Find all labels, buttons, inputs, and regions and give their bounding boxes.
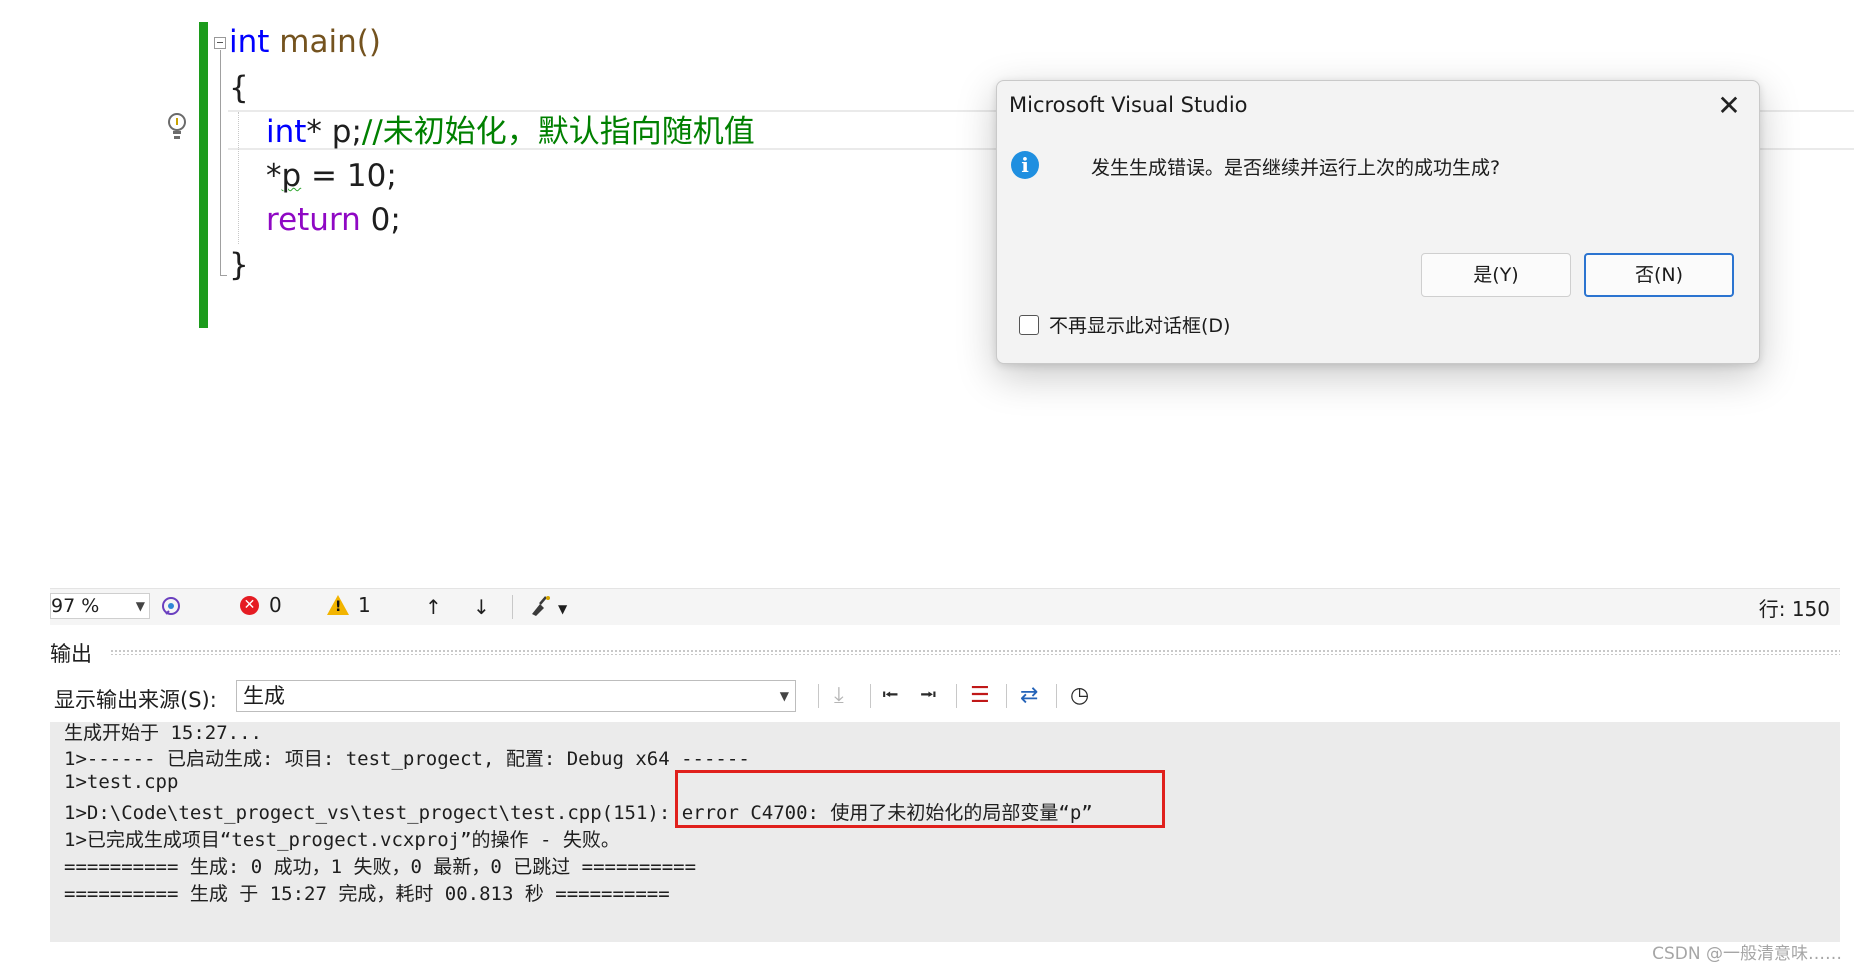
error-icon[interactable]: ✕	[240, 596, 259, 615]
dialog-message: 发生生成错误。是否继续并运行上次的成功生成?	[1091, 157, 1501, 179]
output-line: 1>已完成生成项目“test_progect.vcxproj”的操作 - 失败。	[64, 829, 620, 851]
output-line: 1>------ 已启动生成: 项目: test_progect, 配置: De…	[64, 748, 750, 770]
find-message-icon[interactable]: ⤓	[834, 684, 844, 708]
outline-fold-line	[220, 50, 221, 275]
dont-show-checkbox[interactable]	[1019, 314, 1039, 335]
code-token-keyword: return	[266, 202, 361, 238]
output-panel-title: 输出	[50, 642, 92, 666]
output-source-select[interactable]: 生成 ▼	[236, 680, 796, 712]
code-token-plain: *	[306, 114, 332, 150]
output-toolbar: 显示输出来源(S): 生成 ▼ ⤓ ⭰ ⭲ ☰ ⇄ ◷	[50, 676, 1840, 716]
toolbar-separator	[1006, 684, 1007, 708]
collapse-toggle[interactable]	[214, 37, 226, 49]
output-text-area[interactable]: 生成开始于 15:27... 1>------ 已启动生成: 项目: test_…	[50, 722, 1840, 942]
change-tracking-bar	[199, 22, 208, 328]
line-number-indicator: 行: 150	[1758, 597, 1830, 621]
toolbar-separator	[956, 684, 957, 708]
output-line: 1>test.cpp	[64, 771, 179, 793]
go-to-previous-message-icon[interactable]: ⭰	[882, 684, 899, 708]
chevron-down-icon: ▼	[135, 599, 145, 613]
code-token-function: main()	[269, 24, 381, 60]
zoom-select[interactable]: 97 % ▼	[50, 593, 150, 619]
indent-guide	[238, 112, 239, 244]
close-icon[interactable]: ✕	[1713, 91, 1745, 121]
code-token-semicolon: ;	[351, 114, 362, 150]
toolbar-separator	[512, 595, 513, 619]
outline-fold-end	[220, 275, 227, 276]
warning-icon[interactable]	[327, 595, 349, 615]
code-line-5: return 0;	[266, 200, 401, 240]
chevron-down-icon: ▼	[779, 689, 789, 703]
code-token-plain: = 10;	[301, 158, 397, 194]
toolbar-separator	[1056, 684, 1057, 708]
output-panel-header: 输出	[50, 636, 1840, 668]
code-line-1: int main()	[229, 22, 381, 62]
no-button[interactable]: 否(N)	[1584, 253, 1734, 297]
arrow-down-icon[interactable]: ↓	[473, 595, 490, 619]
output-source-label: 显示输出来源(S):	[54, 688, 217, 712]
code-line-4: *p = 10;	[266, 156, 397, 196]
dont-show-again-row[interactable]: 不再显示此对话框(D)	[1019, 311, 1230, 338]
warning-count[interactable]: 1	[358, 593, 371, 617]
editor-status-strip: 97 % ▼ ✕ 0 1 ↑ ↓ ▼ 行: 150	[50, 588, 1840, 625]
go-to-next-message-icon[interactable]: ⭲	[920, 684, 937, 708]
toolbar-separator	[818, 684, 819, 708]
clock-icon[interactable]: ◷	[1070, 684, 1089, 708]
toolbar-separator	[870, 684, 871, 708]
output-line: 生成开始于 15:27...	[64, 722, 262, 744]
chevron-down-icon[interactable]: ▼	[558, 597, 567, 621]
arrow-up-icon[interactable]: ↑	[425, 595, 442, 619]
code-line-6: }	[229, 245, 249, 285]
error-count[interactable]: 0	[269, 593, 282, 617]
code-line-3: int* p;//未初始化，默认指向随机值	[266, 112, 755, 152]
cleanup-brush-icon[interactable]	[528, 594, 554, 618]
word-wrap-icon[interactable]: ⇄	[1020, 684, 1038, 708]
code-token-variable-warning[interactable]: p	[282, 158, 302, 194]
code-token-plain: 0;	[360, 202, 401, 238]
code-token-variable: p	[331, 114, 352, 150]
panel-grip[interactable]	[110, 649, 1840, 655]
code-token-keyword: int	[229, 24, 270, 60]
output-line: ========== 生成: 0 成功，1 失败，0 最新，0 已跳过 ====…	[64, 856, 697, 878]
code-token-brace: {	[229, 70, 249, 106]
clear-all-icon[interactable]: ☰	[970, 684, 990, 708]
lightbulb-icon[interactable]	[166, 112, 188, 142]
code-token-brace: }	[229, 247, 249, 283]
watermark: CSDN @一般清意味……	[1652, 944, 1842, 964]
yes-button[interactable]: 是(Y)	[1421, 253, 1571, 297]
zoom-value: 97 %	[51, 595, 100, 617]
error-highlight-box	[675, 770, 1165, 828]
error-dialog: Microsoft Visual Studio ✕ i 发生生成错误。是否继续并…	[996, 80, 1760, 364]
code-token-comment: //未初始化，默认指向随机值	[361, 114, 755, 150]
dont-show-label[interactable]: 不再显示此对话框(D)	[1049, 311, 1230, 338]
info-icon: i	[1011, 151, 1039, 179]
dialog-title: Microsoft Visual Studio	[1009, 93, 1248, 117]
copilot-brain-icon[interactable]	[160, 596, 182, 618]
code-line-2: {	[229, 68, 249, 108]
output-line: ========== 生成 于 15:27 完成，耗时 00.813 秒 ===…	[64, 883, 670, 905]
code-token-plain: *	[266, 158, 282, 194]
output-source-value: 生成	[243, 684, 285, 708]
code-token-keyword: int	[266, 114, 307, 150]
